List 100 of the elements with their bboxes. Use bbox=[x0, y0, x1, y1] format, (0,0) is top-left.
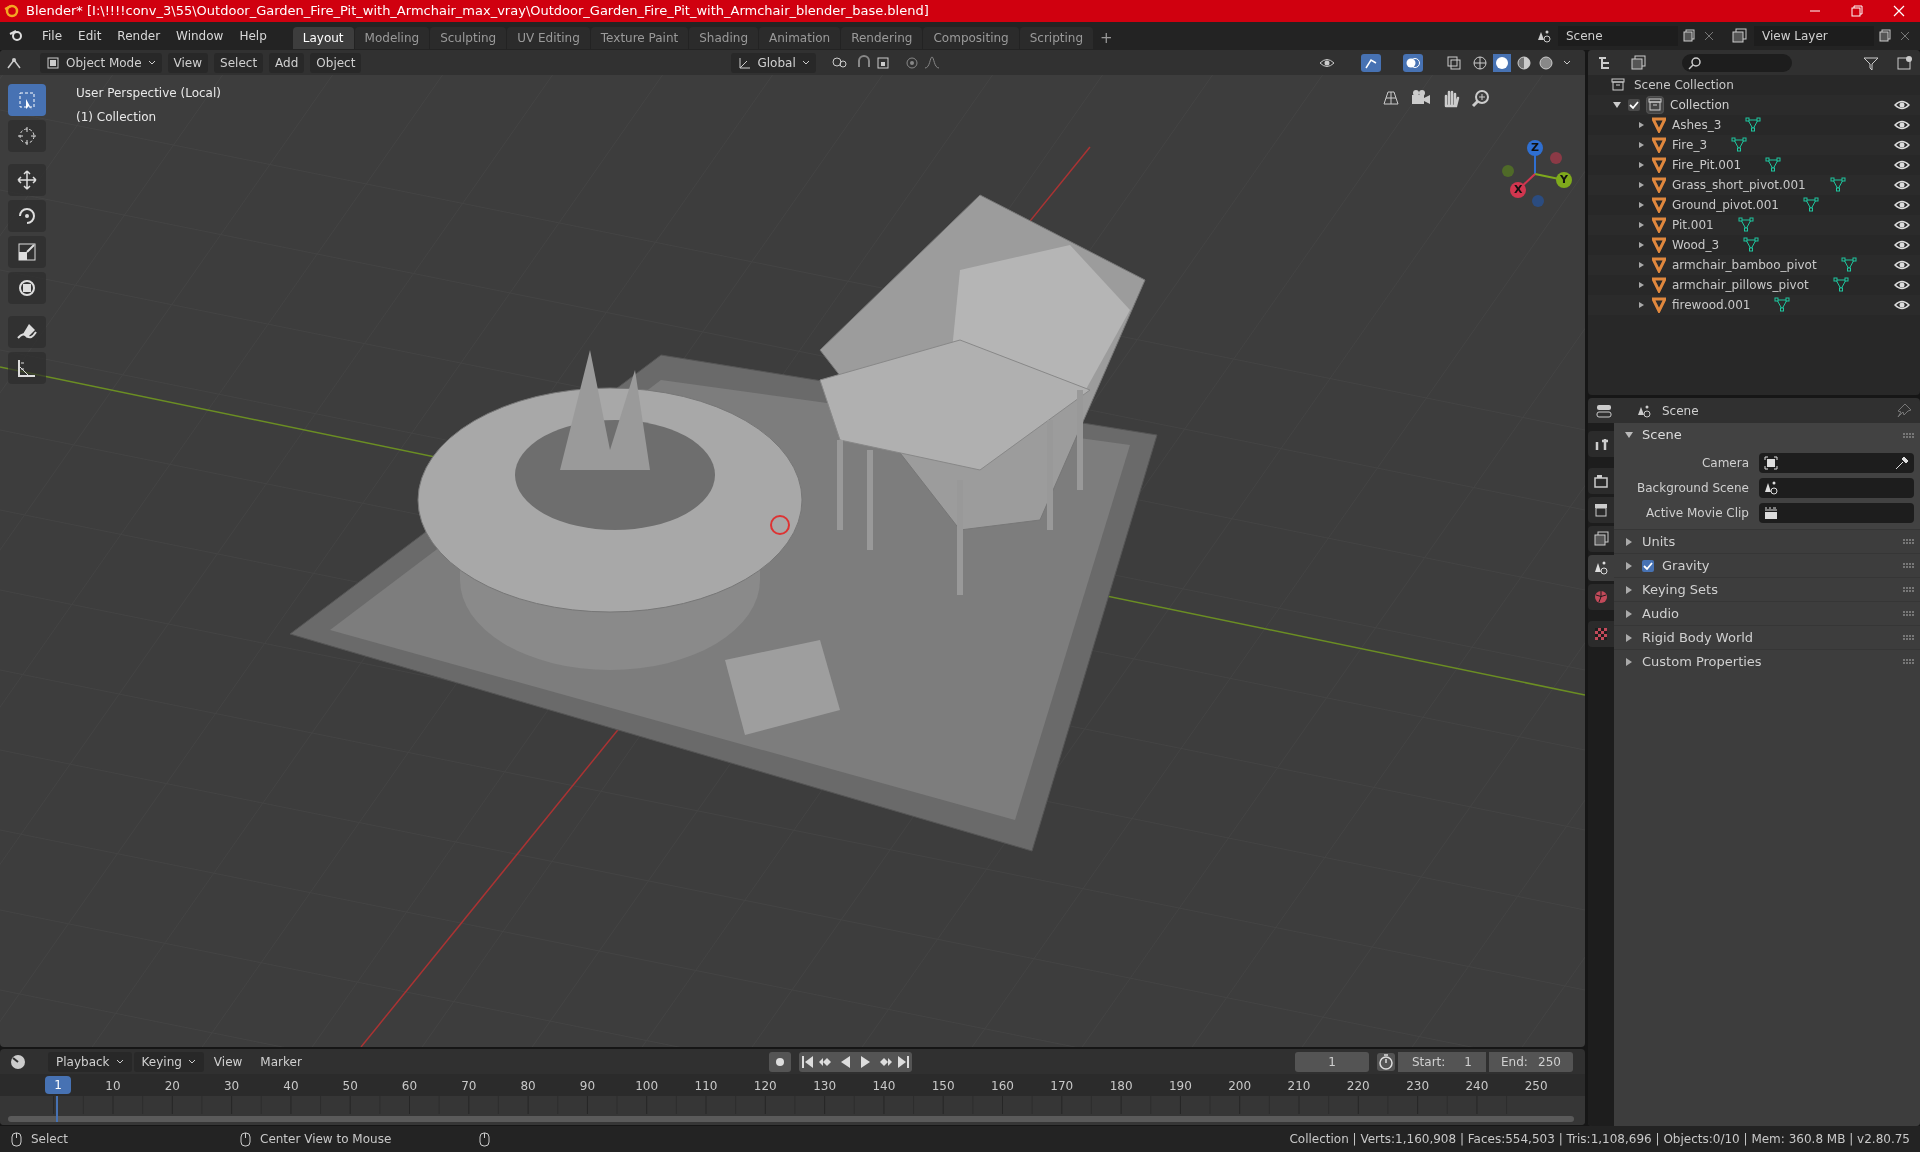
stopwatch-icon[interactable] bbox=[1377, 1052, 1395, 1071]
move-tool-button[interactable] bbox=[8, 164, 46, 196]
menu-item[interactable]: Render bbox=[109, 27, 169, 45]
scene-field[interactable]: Scene bbox=[1558, 26, 1678, 46]
eye-icon[interactable] bbox=[1894, 198, 1910, 212]
xray-icon[interactable] bbox=[1445, 54, 1463, 71]
outliner-item[interactable]: armchair_pillows_pivot bbox=[1672, 276, 1809, 294]
drag-handle-icon[interactable] bbox=[1903, 432, 1914, 438]
mesh-data-icon[interactable] bbox=[1832, 277, 1849, 293]
eye-icon[interactable] bbox=[1894, 238, 1910, 252]
mesh-data-icon[interactable] bbox=[1802, 197, 1819, 213]
panel-title[interactable]: Scene bbox=[1642, 425, 1682, 445]
outliner-item[interactable]: Fire_3 bbox=[1672, 136, 1708, 154]
eye-icon[interactable] bbox=[1894, 138, 1910, 152]
gizmo-toggle-icon[interactable] bbox=[1361, 53, 1381, 72]
outliner-item[interactable]: Pit.001 bbox=[1672, 216, 1714, 234]
section-title[interactable]: Gravity bbox=[1662, 555, 1710, 576]
outliner-item[interactable]: Fire_Pit.001 bbox=[1672, 156, 1742, 174]
end-frame-field[interactable]: End: 250 bbox=[1489, 1051, 1573, 1072]
mesh-data-icon[interactable] bbox=[1765, 157, 1782, 173]
menu-button[interactable]: Playback bbox=[48, 1051, 132, 1072]
transform-tool-button[interactable] bbox=[8, 272, 46, 304]
outliner-item[interactable]: Ashes_3 bbox=[1672, 116, 1722, 134]
add-workspace-button[interactable]: + bbox=[1094, 27, 1119, 49]
pin-icon[interactable] bbox=[1896, 402, 1912, 419]
select-box-tool-button[interactable] bbox=[8, 84, 46, 116]
close-icon[interactable] bbox=[1892, 5, 1906, 17]
collapsed-arrow-icon[interactable] bbox=[1624, 632, 1634, 643]
menu-button[interactable]: Add bbox=[269, 52, 305, 73]
outliner-item[interactable]: Scene Collection bbox=[1634, 76, 1734, 94]
expanded-arrow-icon[interactable] bbox=[1612, 100, 1622, 110]
outliner-item[interactable]: Collection bbox=[1670, 96, 1730, 114]
menu-button[interactable]: Marker bbox=[252, 1051, 310, 1072]
eye-icon[interactable] bbox=[1894, 258, 1910, 272]
drag-handle-icon[interactable] bbox=[1903, 635, 1914, 640]
start-frame-field[interactable]: Start: 1 bbox=[1398, 1051, 1486, 1072]
properties-tab[interactable] bbox=[1588, 526, 1614, 552]
outliner-item[interactable]: Grass_short_pivot.001 bbox=[1672, 176, 1806, 194]
menu-item[interactable]: Help bbox=[231, 27, 275, 45]
orientation-dropdown[interactable]: Global bbox=[731, 52, 816, 73]
drag-handle-icon[interactable] bbox=[1903, 587, 1914, 592]
falloff-curve-icon[interactable] bbox=[923, 54, 940, 71]
eye-icon[interactable] bbox=[1894, 218, 1910, 232]
proportional-edit-icon[interactable] bbox=[903, 54, 920, 71]
mesh-data-icon[interactable] bbox=[1743, 237, 1760, 253]
section-title[interactable]: Audio bbox=[1642, 603, 1679, 624]
workspace-tab[interactable]: Modeling bbox=[354, 27, 430, 49]
menu-item[interactable]: File bbox=[34, 27, 71, 45]
zoom-icon[interactable] bbox=[1470, 88, 1492, 108]
drag-handle-icon[interactable] bbox=[1903, 563, 1914, 568]
collapsed-arrow-icon[interactable] bbox=[1624, 608, 1634, 619]
eye-icon[interactable] bbox=[1894, 278, 1910, 292]
collapsed-arrow-icon[interactable] bbox=[1624, 536, 1634, 547]
solid-shading-icon[interactable] bbox=[1493, 53, 1511, 72]
workspace-tab[interactable]: Shading bbox=[689, 27, 758, 49]
maximize-icon[interactable] bbox=[1850, 5, 1864, 17]
menu-item[interactable]: Edit bbox=[70, 27, 110, 45]
chevron-down-icon[interactable] bbox=[1563, 59, 1571, 66]
workspace-tab[interactable]: Rendering bbox=[841, 27, 923, 49]
menu-button[interactable]: Select bbox=[214, 52, 264, 73]
scale-tool-button[interactable] bbox=[8, 236, 46, 268]
eye-icon[interactable] bbox=[1894, 178, 1910, 192]
menu-button[interactable]: View bbox=[205, 1051, 251, 1072]
section-title[interactable]: Units bbox=[1642, 531, 1676, 552]
workspace-tab[interactable]: UV Editing bbox=[507, 27, 590, 49]
mesh-data-icon[interactable] bbox=[1840, 257, 1857, 273]
section-title[interactable]: Keying Sets bbox=[1642, 579, 1718, 600]
new-collection-icon[interactable] bbox=[1896, 54, 1912, 71]
eye-icon[interactable] bbox=[1894, 298, 1910, 312]
close-icon[interactable] bbox=[1702, 29, 1716, 43]
workspace-tab[interactable]: Sculpting bbox=[430, 27, 507, 49]
object-field[interactable] bbox=[1759, 453, 1914, 473]
properties-tab[interactable] bbox=[1588, 431, 1614, 457]
checkbox[interactable] bbox=[1628, 99, 1640, 111]
current-frame-field[interactable]: 1 bbox=[1295, 1051, 1369, 1072]
view-layer-icon[interactable] bbox=[1732, 28, 1748, 44]
eye-icon[interactable] bbox=[1894, 98, 1910, 112]
menu-button[interactable]: Keying bbox=[133, 1051, 204, 1072]
cursor-tool-button[interactable] bbox=[8, 120, 46, 152]
properties-tab[interactable] bbox=[1588, 497, 1614, 523]
mesh-data-icon[interactable] bbox=[1829, 177, 1846, 193]
object-field[interactable] bbox=[1759, 478, 1914, 498]
material-shading-icon[interactable] bbox=[1515, 53, 1533, 72]
collapsed-arrow-icon[interactable] bbox=[1624, 656, 1634, 667]
outliner-item[interactable]: firewood.001 bbox=[1672, 296, 1751, 314]
wireframe-shading-icon[interactable] bbox=[1471, 53, 1489, 72]
copy-icon[interactable] bbox=[1682, 28, 1698, 44]
outliner-item[interactable]: Ground_pivot.001 bbox=[1672, 196, 1779, 214]
view-layer-field[interactable]: View Layer bbox=[1754, 26, 1874, 46]
outliner-item[interactable]: armchair_bamboo_pivot bbox=[1672, 256, 1817, 274]
workspace-tab[interactable]: Compositing bbox=[923, 27, 1019, 49]
menu-item[interactable]: Window bbox=[168, 27, 232, 45]
object-field[interactable] bbox=[1759, 503, 1914, 523]
properties-tab[interactable] bbox=[1588, 468, 1614, 494]
workspace-tab[interactable]: Animation bbox=[759, 27, 841, 49]
annotate-tool-button[interactable] bbox=[8, 316, 46, 348]
close-icon[interactable] bbox=[1898, 29, 1912, 43]
playhead-frame-marker[interactable]: 1 bbox=[45, 1076, 71, 1094]
mesh-data-icon[interactable] bbox=[1737, 217, 1754, 233]
measure-tool-button[interactable] bbox=[8, 352, 46, 384]
